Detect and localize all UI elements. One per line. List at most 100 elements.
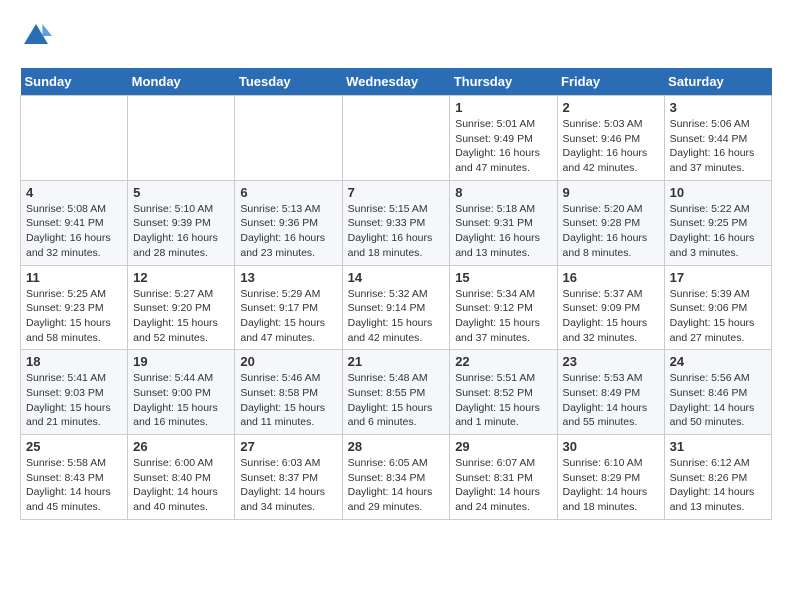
header-day-monday: Monday [128, 68, 235, 96]
day-info: Sunrise: 5:51 AM Sunset: 8:52 PM Dayligh… [455, 371, 551, 430]
calendar-cell [128, 96, 235, 181]
calendar-cell: 7 Sunrise: 5:15 AM Sunset: 9:33 PM Daylig… [342, 180, 450, 265]
day-number: 22 [455, 354, 551, 369]
day-info: Sunrise: 5:27 AM Sunset: 9:20 PM Dayligh… [133, 287, 229, 346]
calendar-cell: 6 Sunrise: 5:13 AM Sunset: 9:36 PM Daylig… [235, 180, 342, 265]
calendar-cell: 17Sunrise: 5:39 AM Sunset: 9:06 PM Dayli… [664, 265, 771, 350]
day-number: 29 [455, 439, 551, 454]
calendar-cell: 20Sunrise: 5:46 AM Sunset: 8:58 PM Dayli… [235, 350, 342, 435]
calendar-cell: 27 Sunrise: 6:03 AM Sunset: 8:37 PM Dayli… [235, 435, 342, 520]
week-row-1: 1 Sunrise: 5:01 AM Sunset: 9:49 PM Daylig… [21, 96, 772, 181]
day-number: 3 [670, 100, 766, 115]
day-info: Sunrise: 6:12 AM Sunset: 8:26 PM Dayligh… [670, 456, 766, 515]
day-number: 4 [26, 185, 122, 200]
day-info: Sunrise: 5:15 AM Sunset: 9:33 PM Dayligh… [348, 202, 445, 261]
day-info: Sunrise: 5:58 AM Sunset: 8:43 PM Dayligh… [26, 456, 122, 515]
day-number: 31 [670, 439, 766, 454]
day-number: 13 [240, 270, 336, 285]
logo [20, 20, 56, 52]
calendar-cell: 10Sunrise: 5:22 AM Sunset: 9:25 PM Dayli… [664, 180, 771, 265]
calendar-cell: 31 Sunrise: 6:12 AM Sunset: 8:26 PM Dayli… [664, 435, 771, 520]
day-number: 23 [563, 354, 659, 369]
day-number: 25 [26, 439, 122, 454]
day-info: Sunrise: 5:56 AM Sunset: 8:46 PM Dayligh… [670, 371, 766, 430]
header-day-saturday: Saturday [664, 68, 771, 96]
calendar-cell: 8 Sunrise: 5:18 AM Sunset: 9:31 PM Daylig… [450, 180, 557, 265]
day-info: Sunrise: 5:06 AM Sunset: 9:44 PM Dayligh… [670, 117, 766, 176]
day-number: 9 [563, 185, 659, 200]
calendar-cell: 9 Sunrise: 5:20 AM Sunset: 9:28 PM Daylig… [557, 180, 664, 265]
day-info: Sunrise: 5:03 AM Sunset: 9:46 PM Dayligh… [563, 117, 659, 176]
calendar-cell: 14 Sunrise: 5:32 AM Sunset: 9:14 PM Dayli… [342, 265, 450, 350]
day-number: 26 [133, 439, 229, 454]
day-number: 8 [455, 185, 551, 200]
calendar-cell: 13 Sunrise: 5:29 AM Sunset: 9:17 PM Dayli… [235, 265, 342, 350]
calendar-cell: 23 Sunrise: 5:53 AM Sunset: 8:49 PM Dayli… [557, 350, 664, 435]
day-info: Sunrise: 5:13 AM Sunset: 9:36 PM Dayligh… [240, 202, 336, 261]
day-number: 28 [348, 439, 445, 454]
day-number: 16 [563, 270, 659, 285]
calendar-cell: 5 Sunrise: 5:10 AM Sunset: 9:39 PM Daylig… [128, 180, 235, 265]
calendar-cell: 22 Sunrise: 5:51 AM Sunset: 8:52 PM Dayli… [450, 350, 557, 435]
day-info: Sunrise: 6:00 AM Sunset: 8:40 PM Dayligh… [133, 456, 229, 515]
day-info: Sunrise: 5:29 AM Sunset: 9:17 PM Dayligh… [240, 287, 336, 346]
calendar-cell: 21 Sunrise: 5:48 AM Sunset: 8:55 PM Dayli… [342, 350, 450, 435]
calendar-cell [21, 96, 128, 181]
day-info: Sunrise: 5:08 AM Sunset: 9:41 PM Dayligh… [26, 202, 122, 261]
week-row-5: 25 Sunrise: 5:58 AM Sunset: 8:43 PM Dayli… [21, 435, 772, 520]
day-number: 6 [240, 185, 336, 200]
calendar-cell: 12 Sunrise: 5:27 AM Sunset: 9:20 PM Dayli… [128, 265, 235, 350]
calendar-cell: 15 Sunrise: 5:34 AM Sunset: 9:12 PM Dayli… [450, 265, 557, 350]
day-info: Sunrise: 6:07 AM Sunset: 8:31 PM Dayligh… [455, 456, 551, 515]
day-number: 12 [133, 270, 229, 285]
calendar-cell: 24 Sunrise: 5:56 AM Sunset: 8:46 PM Dayli… [664, 350, 771, 435]
day-info: Sunrise: 5:20 AM Sunset: 9:28 PM Dayligh… [563, 202, 659, 261]
day-info: Sunrise: 5:37 AM Sunset: 9:09 PM Dayligh… [563, 287, 659, 346]
header-day-thursday: Thursday [450, 68, 557, 96]
day-info: Sunrise: 6:03 AM Sunset: 8:37 PM Dayligh… [240, 456, 336, 515]
day-number: 18 [26, 354, 122, 369]
day-info: Sunrise: 5:53 AM Sunset: 8:49 PM Dayligh… [563, 371, 659, 430]
day-info: Sunrise: 6:10 AM Sunset: 8:29 PM Dayligh… [563, 456, 659, 515]
header-day-wednesday: Wednesday [342, 68, 450, 96]
day-info: Sunrise: 5:48 AM Sunset: 8:55 PM Dayligh… [348, 371, 445, 430]
calendar-cell: 30Sunrise: 6:10 AM Sunset: 8:29 PM Dayli… [557, 435, 664, 520]
day-info: Sunrise: 5:01 AM Sunset: 9:49 PM Dayligh… [455, 117, 551, 176]
day-number: 11 [26, 270, 122, 285]
day-number: 5 [133, 185, 229, 200]
day-info: Sunrise: 5:44 AM Sunset: 9:00 PM Dayligh… [133, 371, 229, 430]
day-number: 14 [348, 270, 445, 285]
calendar-table: SundayMondayTuesdayWednesdayThursdayFrid… [20, 68, 772, 520]
day-info: Sunrise: 6:05 AM Sunset: 8:34 PM Dayligh… [348, 456, 445, 515]
day-info: Sunrise: 5:10 AM Sunset: 9:39 PM Dayligh… [133, 202, 229, 261]
calendar-cell: 1 Sunrise: 5:01 AM Sunset: 9:49 PM Daylig… [450, 96, 557, 181]
day-info: Sunrise: 5:46 AM Sunset: 8:58 PM Dayligh… [240, 371, 336, 430]
day-number: 2 [563, 100, 659, 115]
header-row: SundayMondayTuesdayWednesdayThursdayFrid… [21, 68, 772, 96]
day-number: 7 [348, 185, 445, 200]
day-info: Sunrise: 5:39 AM Sunset: 9:06 PM Dayligh… [670, 287, 766, 346]
day-number: 1 [455, 100, 551, 115]
logo-icon [20, 20, 52, 52]
calendar-cell: 11 Sunrise: 5:25 AM Sunset: 9:23 PM Dayli… [21, 265, 128, 350]
calendar-cell: 26 Sunrise: 6:00 AM Sunset: 8:40 PM Dayli… [128, 435, 235, 520]
calendar-cell: 25 Sunrise: 5:58 AM Sunset: 8:43 PM Dayli… [21, 435, 128, 520]
day-info: Sunrise: 5:34 AM Sunset: 9:12 PM Dayligh… [455, 287, 551, 346]
day-number: 19 [133, 354, 229, 369]
day-info: Sunrise: 5:32 AM Sunset: 9:14 PM Dayligh… [348, 287, 445, 346]
calendar-cell: 29 Sunrise: 6:07 AM Sunset: 8:31 PM Dayli… [450, 435, 557, 520]
calendar-cell: 3 Sunrise: 5:06 AM Sunset: 9:44 PM Daylig… [664, 96, 771, 181]
calendar-cell [342, 96, 450, 181]
day-number: 27 [240, 439, 336, 454]
day-info: Sunrise: 5:22 AM Sunset: 9:25 PM Dayligh… [670, 202, 766, 261]
header-day-sunday: Sunday [21, 68, 128, 96]
day-number: 15 [455, 270, 551, 285]
day-info: Sunrise: 5:18 AM Sunset: 9:31 PM Dayligh… [455, 202, 551, 261]
day-number: 21 [348, 354, 445, 369]
calendar-cell: 2 Sunrise: 5:03 AM Sunset: 9:46 PM Daylig… [557, 96, 664, 181]
day-info: Sunrise: 5:25 AM Sunset: 9:23 PM Dayligh… [26, 287, 122, 346]
page-header [20, 20, 772, 52]
week-row-2: 4 Sunrise: 5:08 AM Sunset: 9:41 PM Daylig… [21, 180, 772, 265]
calendar-cell: 4 Sunrise: 5:08 AM Sunset: 9:41 PM Daylig… [21, 180, 128, 265]
day-number: 24 [670, 354, 766, 369]
